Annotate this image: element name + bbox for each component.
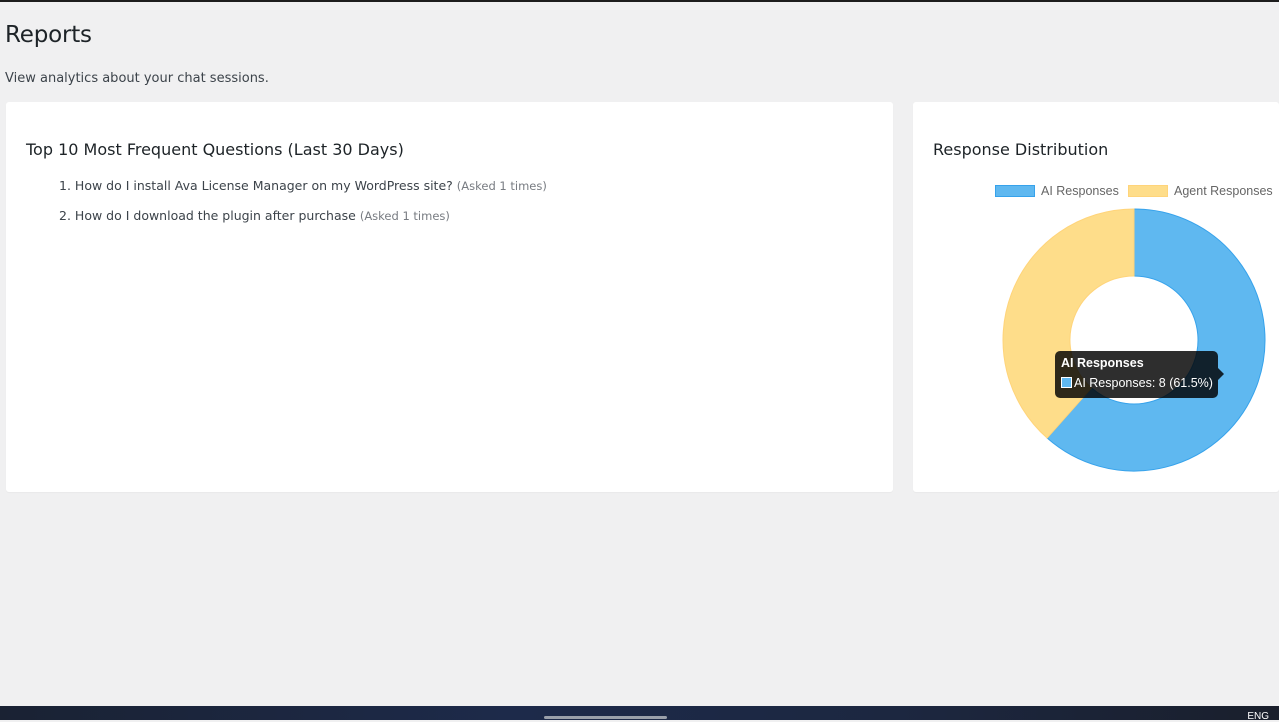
tooltip-swatch — [1061, 377, 1072, 388]
tooltip-body: AI Responses: 8 (61.5%) — [1061, 376, 1213, 390]
question-count: (Asked 1 times) — [456, 179, 547, 193]
top-questions-card: Top 10 Most Frequent Questions (Last 30 … — [6, 102, 893, 492]
list-item: 1. How do I install Ava License Manager … — [59, 178, 547, 208]
tooltip-body-text: AI Responses: 8 (61.5%) — [1074, 376, 1213, 390]
question-number: 1. — [59, 178, 71, 193]
page-subtitle: View analytics about your chat sessions. — [5, 71, 269, 86]
tooltip-title: AI Responses — [1061, 356, 1144, 370]
tooltip-caret — [1218, 368, 1224, 380]
taskbar: ENG — [0, 706, 1279, 722]
language-indicator[interactable]: ENG — [1247, 711, 1269, 722]
question-list: 1. How do I install Ava License Manager … — [59, 178, 547, 238]
page-title: Reports — [5, 22, 92, 48]
list-item: 2. How do I download the plugin after pu… — [59, 208, 547, 238]
question-number: 2. — [59, 208, 71, 223]
taskbar-handle[interactable] — [544, 716, 667, 719]
question-text: How do I install Ava License Manager on … — [74, 178, 453, 193]
response-distribution-chart[interactable] — [913, 102, 1279, 492]
top-questions-title: Top 10 Most Frequent Questions (Last 30 … — [26, 140, 404, 159]
question-text: How do I download the plugin after purch… — [74, 208, 356, 223]
chart-tooltip: AI Responses AI Responses: 8 (61.5%) — [1055, 351, 1224, 398]
window-top-border — [0, 0, 1279, 2]
question-count: (Asked 1 times) — [359, 209, 450, 223]
